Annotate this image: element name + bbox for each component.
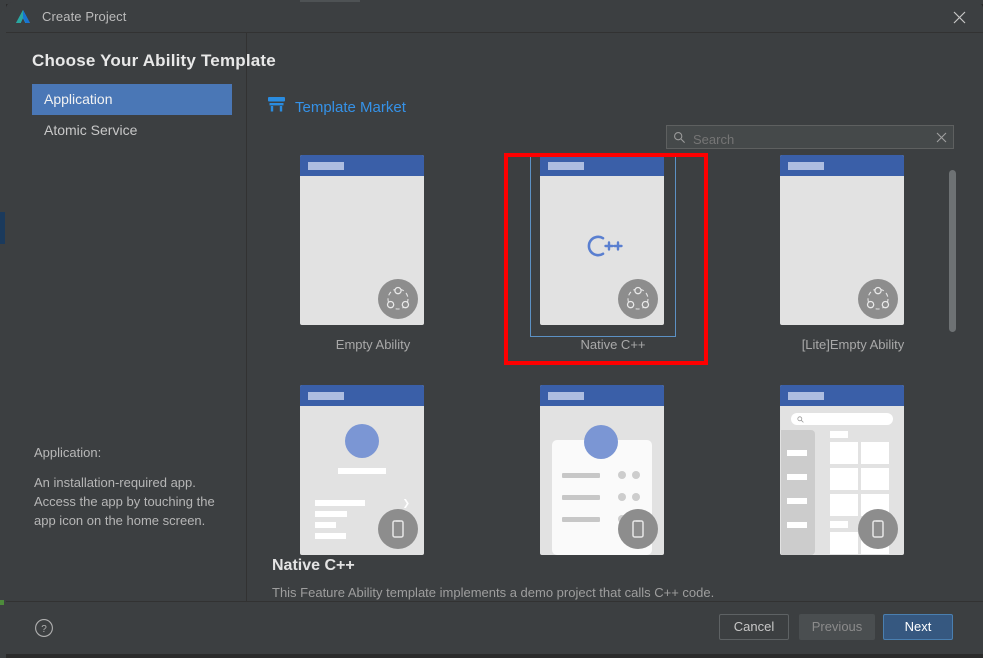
page-title: Choose Your Ability Template [32,51,276,70]
sidebar-item [787,474,807,480]
search-clear-button[interactable] [936,130,947,148]
category-item-application[interactable]: Application [32,84,232,115]
list-item [315,500,365,506]
search-input[interactable] [691,129,925,149]
template-description-title: Native C++ [272,557,355,574]
chevron-right-icon: ❯ [402,498,410,508]
close-icon [936,132,947,143]
harmony-share-icon [378,279,418,319]
phone-title-pill [788,392,824,400]
template-preview [300,155,424,325]
template-market-label: Template Market [295,98,406,116]
template-preview: ❯ ❯ ❯ ❯ [300,385,424,555]
harmony-share-icon [858,279,898,319]
help-circle-icon: ? [35,619,53,637]
phone-mock [780,385,904,555]
next-button[interactable]: Next [883,614,953,640]
screen: Create Project Choose Your Ability Templ… [0,0,983,658]
dialog-footer: ? Cancel Previous Next [6,602,983,654]
list-item [315,533,346,539]
window-title: Create Project [42,9,127,24]
create-project-dialog: Create Project Choose Your Ability Templ… [6,2,983,654]
sidebar-item [787,450,807,456]
sidebar-mock [781,430,815,555]
background-marker-green [0,600,4,605]
help-button[interactable]: ? [33,617,55,639]
svg-text:?: ? [41,624,47,635]
template-tile-label: [Lite]Empty Ability [801,337,905,352]
dot [632,493,640,501]
grid-tile [861,442,889,464]
grid-tile [830,532,858,554]
close-button[interactable] [937,2,983,32]
title-bar: Create Project [6,2,983,32]
phone-device-icon [618,509,658,549]
phone-mock [300,155,424,325]
phone-device-icon [378,509,418,549]
phone-title-pill [308,162,344,170]
category-item-atomic-service[interactable]: Atomic Service [32,115,232,146]
phone-title-pill [548,392,584,400]
grid-tile [861,468,889,490]
category-label: Application [44,91,113,107]
background-marker [0,212,5,244]
template-description-body: This Feature Ability template implements… [272,585,715,600]
profile-name-bar [338,468,386,474]
category-description-body: An installation-required app. Access the… [34,475,215,528]
list-item [562,517,600,522]
avatar [345,424,379,458]
template-grid-scrollbar[interactable] [947,163,957,553]
template-tile-card[interactable] [518,385,708,555]
template-tile-label: Empty Ability [335,337,411,352]
template-tile-category-grid[interactable] [758,385,948,555]
section-caption [830,431,848,438]
phone-mock [780,155,904,325]
close-icon [953,11,966,24]
search-bar-mock [791,413,893,425]
previous-button[interactable]: Previous [799,614,875,640]
template-preview [540,385,664,555]
scrollbar-thumb[interactable] [949,170,956,332]
cancel-button[interactable]: Cancel [719,614,789,640]
template-tile-empty-ability[interactable]: Empty Ability [278,155,468,365]
grid-tile [830,442,858,464]
sidebar-item [787,522,807,528]
dot [632,471,640,479]
dot [618,493,626,501]
search-icon [797,416,804,423]
list-item [315,511,347,517]
template-tile-profile[interactable]: ❯ ❯ ❯ ❯ [278,385,468,555]
annotation-rectangle [504,153,708,365]
grid-tile [830,494,858,516]
category-list: Application Atomic Service [32,84,232,146]
template-market-store-icon [268,97,285,117]
category-label: Atomic Service [44,122,138,138]
phone-title-pill [788,162,824,170]
search-icon [673,131,686,149]
template-market-link[interactable]: Template Market [268,97,406,117]
search-box[interactable] [666,125,954,149]
template-preview [780,385,904,555]
list-item [562,495,600,500]
dot [618,471,626,479]
phone-mock: ❯ ❯ ❯ ❯ [300,385,424,555]
section-caption [830,521,848,528]
list-item [315,522,336,528]
sidebar-divider [246,33,247,601]
list-item [562,473,600,478]
phone-title-pill [308,392,344,400]
sidebar-item [787,498,807,504]
deveco-studio-logo-icon [14,8,32,26]
dialog-content: Choose Your Ability Template Application… [6,33,983,601]
category-description: Application: An installation-required ap… [34,445,239,530]
phone-device-icon [858,509,898,549]
category-description-title: Application: [34,445,102,460]
template-preview [780,155,904,325]
avatar [584,425,618,459]
phone-mock [540,385,664,555]
grid-tile [830,468,858,490]
template-tile-lite-empty-ability[interactable]: [Lite]Empty Ability [758,155,948,365]
